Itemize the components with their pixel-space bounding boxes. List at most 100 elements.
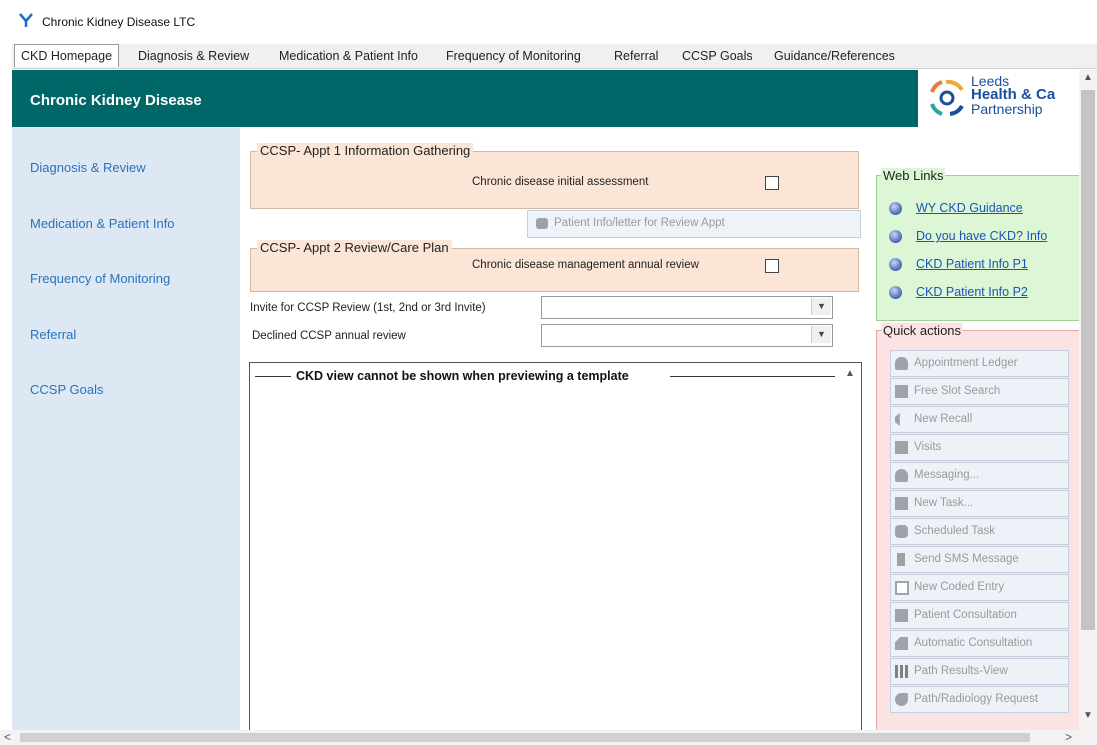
quick-action-label: Automatic Consultation xyxy=(914,637,1033,649)
scroll-right-icon[interactable]: > xyxy=(1065,730,1072,744)
megaphone-icon xyxy=(895,413,900,426)
scroll-up-icon[interactable]: ▲ xyxy=(845,368,855,379)
tab-referral[interactable]: Referral xyxy=(608,46,664,66)
quick-action-label: Free Slot Search xyxy=(914,385,1001,397)
person-icon xyxy=(895,469,908,482)
appt2-panel: CCSP- Appt 2 Review/Care Plan Chronic di… xyxy=(250,240,859,292)
title-bar: Chronic Kidney Disease LTC xyxy=(0,0,1097,40)
nav-link-medication-patient-info[interactable]: Medication & Patient Info xyxy=(30,216,175,231)
quick-action-label: New Task... xyxy=(914,497,974,509)
new-coded-entry-button[interactable]: New Coded Entry xyxy=(890,574,1069,601)
send-sms-message-button[interactable]: Send SMS Message xyxy=(890,546,1069,573)
web-link-label[interactable]: Do you have CKD? Info xyxy=(916,229,1047,243)
results-icon xyxy=(895,665,908,678)
automatic-consultation-button[interactable]: Automatic Consultation xyxy=(890,630,1069,657)
calendar-icon xyxy=(895,385,908,398)
vertical-scroll-thumb[interactable] xyxy=(1081,90,1095,630)
quick-action-label: New Recall xyxy=(914,413,973,425)
quick-action-label: Patient Consultation xyxy=(914,609,1017,621)
declined-ccsp-review-select[interactable]: ▼ xyxy=(541,324,833,347)
nav-link-frequency-of-monitoring[interactable]: Frequency of Monitoring xyxy=(30,271,170,286)
invite-ccsp-review-select[interactable]: ▼ xyxy=(541,296,833,319)
globe-icon xyxy=(889,258,902,271)
patient-info-letter-label: Patient Info/letter for Review Appt xyxy=(554,217,725,229)
divider xyxy=(670,376,835,377)
ckd-view-panel: CKD view cannot be shown when previewing… xyxy=(249,362,862,732)
app-logo-icon xyxy=(19,13,33,27)
patient-info-letter-button[interactable]: Patient Info/letter for Review Appt xyxy=(527,210,861,238)
divider xyxy=(255,376,291,377)
messaging-button[interactable]: Messaging... xyxy=(890,462,1069,489)
patient-consultation-button[interactable]: Patient Consultation xyxy=(890,602,1069,629)
new-task-button[interactable]: New Task... xyxy=(890,490,1069,517)
tab-guidance-references[interactable]: Guidance/References xyxy=(768,46,901,66)
invite-ccsp-review-label: Invite for CCSP Review (1st, 2nd or 3rd … xyxy=(250,302,486,314)
appt1-legend: CCSP- Appt 1 Information Gathering xyxy=(257,143,474,158)
scheduled-task-icon xyxy=(895,525,908,538)
organisation-logo: Leeds Health & Ca Partnership xyxy=(918,70,1079,127)
scroll-down-icon[interactable]: ▼ xyxy=(1080,710,1096,726)
annual-review-label: Chronic disease management annual review xyxy=(472,259,699,271)
scroll-left-icon[interactable]: < xyxy=(4,730,11,744)
scheduled-task-button[interactable]: Scheduled Task xyxy=(890,518,1069,545)
visits-button[interactable]: Visits xyxy=(890,434,1069,461)
appointment-ledger-icon xyxy=(895,357,908,370)
quick-action-label: New Coded Entry xyxy=(914,581,1005,593)
web-links-title: Web Links xyxy=(881,168,946,183)
quick-action-label: Path/Radiology Request xyxy=(914,693,1039,705)
tab-frequency-of-monitoring[interactable]: Frequency of Monitoring xyxy=(440,46,587,66)
scroll-up-icon[interactable]: ▲ xyxy=(1080,72,1096,88)
logo-line-2: Health & Ca xyxy=(971,86,1056,103)
chevron-down-icon[interactable]: ▼ xyxy=(811,298,831,315)
page-title: Chronic Kidney Disease xyxy=(30,92,202,109)
free-slot-search-button[interactable]: Free Slot Search xyxy=(890,378,1069,405)
initial-assessment-label: Chronic disease initial assessment xyxy=(472,176,649,188)
quick-action-label: Scheduled Task xyxy=(914,525,995,537)
web-links-panel: Web Links WY CKD Guidance Do you have CK… xyxy=(876,168,1080,321)
quick-actions-title: Quick actions xyxy=(881,323,964,338)
quick-action-label: Appointment Ledger xyxy=(914,357,1018,369)
nav-link-diagnosis-review[interactable]: Diagnosis & Review xyxy=(30,160,146,175)
window-title: Chronic Kidney Disease LTC xyxy=(42,15,196,29)
left-navigation: Diagnosis & Review Medication & Patient … xyxy=(12,127,240,730)
web-link-label[interactable]: CKD Patient Info P2 xyxy=(916,285,1028,299)
nav-link-ccsp-goals[interactable]: CCSP Goals xyxy=(30,382,103,397)
auto-consultation-icon xyxy=(895,637,908,650)
nav-link-referral[interactable]: Referral xyxy=(30,327,76,342)
task-icon xyxy=(895,497,908,510)
tab-strip: CKD Homepage Diagnosis & Review Medicati… xyxy=(12,44,1097,69)
appt1-panel: CCSP- Appt 1 Information Gathering Chron… xyxy=(250,143,859,209)
quick-action-label: Send SMS Message xyxy=(914,553,1019,565)
initial-assessment-checkbox[interactable] xyxy=(765,176,779,190)
path-radiology-request-button[interactable]: Path/Radiology Request xyxy=(890,686,1069,713)
request-icon xyxy=(895,693,908,706)
page-header: Chronic Kidney Disease Leeds Health & Ca… xyxy=(12,70,1079,127)
tab-medication-patient-info[interactable]: Medication & Patient Info xyxy=(273,46,424,66)
quick-actions-panel: Quick actions Appointment Ledger Free Sl… xyxy=(876,323,1080,731)
path-results-view-button[interactable]: Path Results-View xyxy=(890,658,1069,685)
web-link-label[interactable]: CKD Patient Info P1 xyxy=(916,257,1028,271)
consultation-icon xyxy=(895,609,908,622)
phone-icon xyxy=(897,553,905,566)
quick-action-label: Visits xyxy=(914,441,942,453)
tab-ckd-homepage[interactable]: CKD Homepage xyxy=(14,44,120,67)
tab-diagnosis-review[interactable]: Diagnosis & Review xyxy=(132,46,255,66)
appointment-ledger-button[interactable]: Appointment Ledger xyxy=(890,350,1069,377)
appt2-legend: CCSP- Appt 2 Review/Care Plan xyxy=(257,240,452,255)
ckd-view-message: CKD view cannot be shown when previewing… xyxy=(296,369,629,383)
globe-icon xyxy=(889,202,902,215)
quick-action-label: Messaging... xyxy=(914,469,980,481)
logo-text: Leeds Health & Ca Partnership xyxy=(971,74,1055,116)
letter-icon xyxy=(536,218,548,229)
annual-review-checkbox[interactable] xyxy=(765,259,779,273)
new-recall-button[interactable]: New Recall xyxy=(890,406,1069,433)
logo-line-3: Partnership xyxy=(971,101,1043,117)
web-link-label[interactable]: WY CKD Guidance xyxy=(916,201,1023,215)
tab-ccsp-goals[interactable]: CCSP Goals xyxy=(676,46,759,66)
horizontal-scroll-thumb[interactable] xyxy=(20,733,1030,742)
coded-entry-icon xyxy=(895,581,909,595)
visits-icon xyxy=(895,441,908,454)
globe-icon xyxy=(889,286,902,299)
declined-ccsp-review-label: Declined CCSP annual review xyxy=(252,330,406,342)
chevron-down-icon[interactable]: ▼ xyxy=(811,326,831,343)
